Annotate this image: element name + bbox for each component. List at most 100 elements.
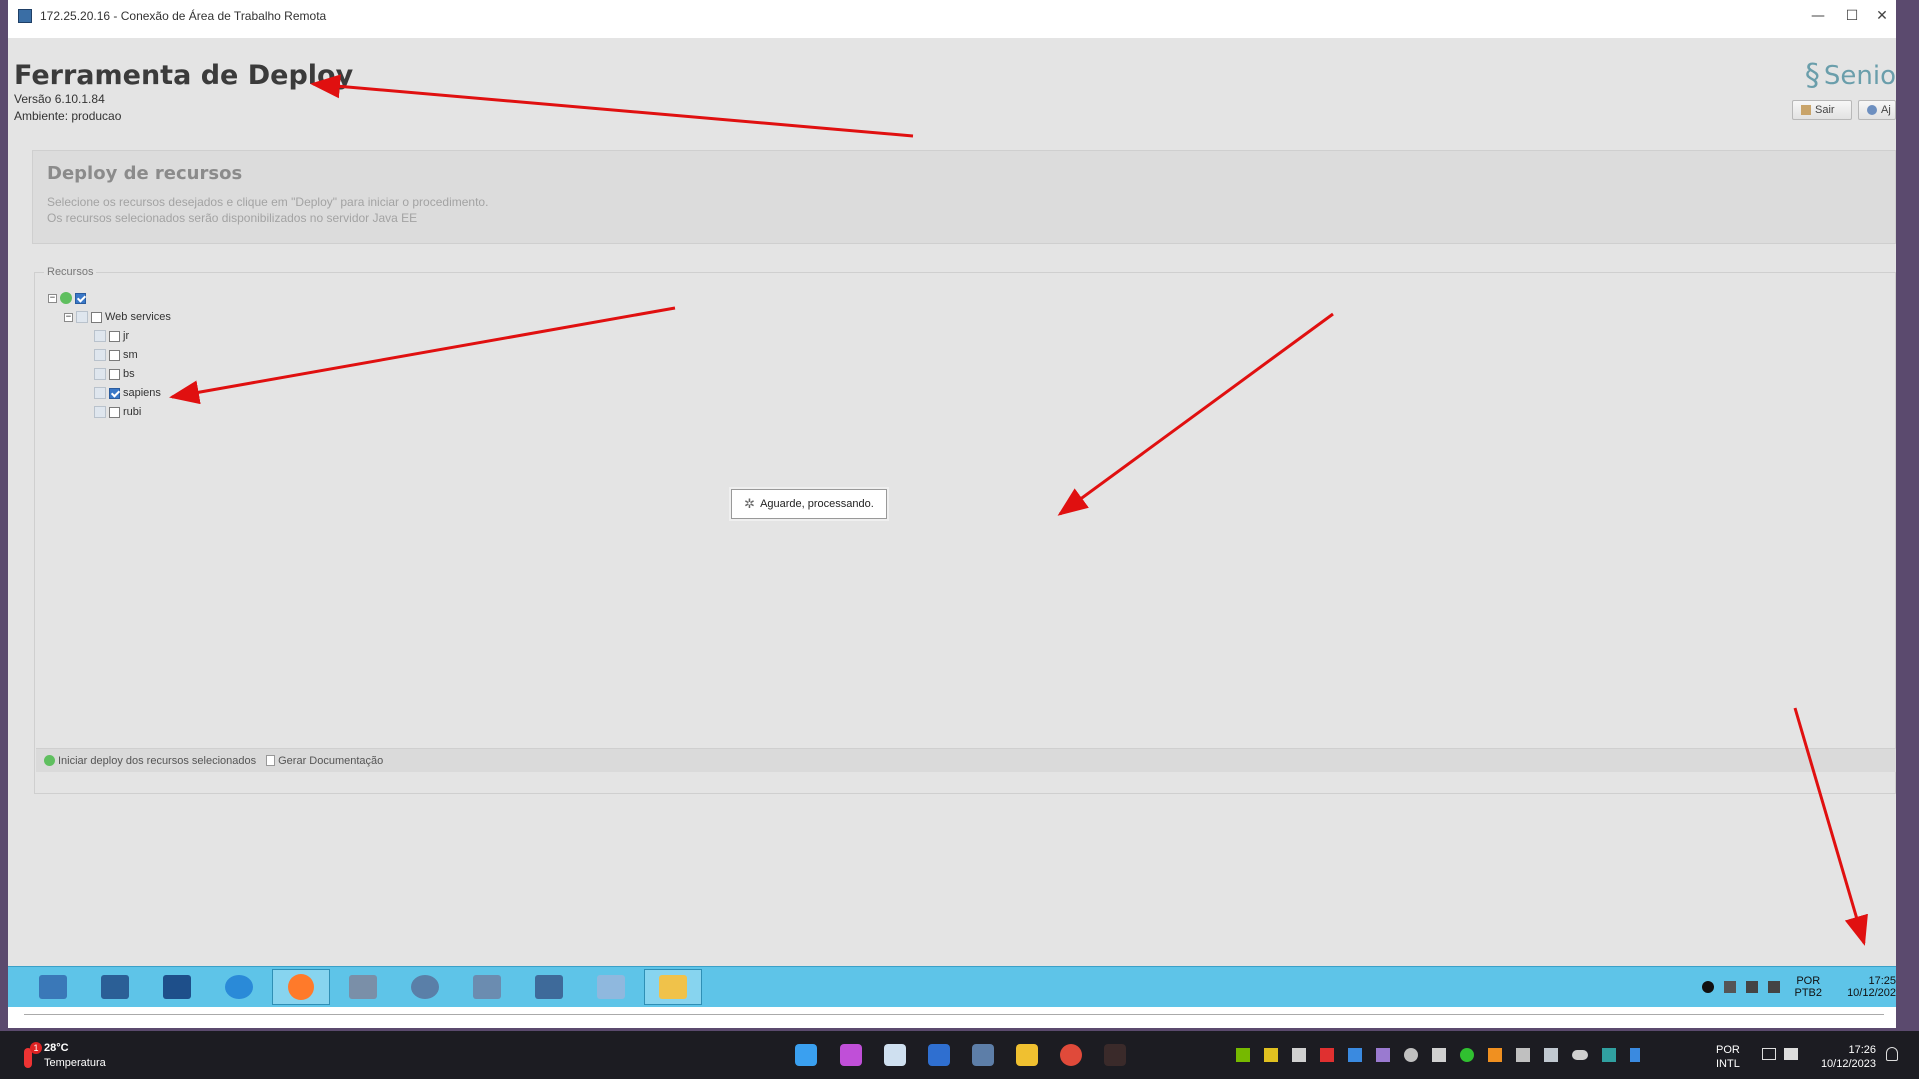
flag-icon[interactable]: [1746, 981, 1759, 993]
action-bar: Iniciar deploy dos recursos selecionados…: [36, 748, 1896, 772]
host-system-icons[interactable]: [1762, 1048, 1798, 1060]
volume-icon: [1784, 1048, 1798, 1060]
computer-button[interactable]: [86, 969, 144, 1005]
windows-start-icon[interactable]: [795, 1044, 817, 1066]
tree-item-jr[interactable]: jr: [94, 330, 129, 342]
tools-button[interactable]: [334, 969, 392, 1005]
defender-icon[interactable]: [1602, 1048, 1616, 1062]
internet-explorer-button[interactable]: [210, 969, 268, 1005]
rdp-title: 172.25.20.16 - Conexão de Área de Trabal…: [40, 9, 327, 23]
generate-docs-button[interactable]: Gerar Documentação: [266, 755, 383, 767]
host-language[interactable]: POR INTL: [1716, 1043, 1740, 1071]
description-title: Deploy de recursos: [47, 163, 243, 184]
firefox-button[interactable]: [272, 969, 330, 1005]
item-checkbox[interactable]: [109, 368, 120, 380]
rdp-titlebar: 172.25.20.16 - Conexão de Área de Trabal…: [8, 0, 1896, 32]
document-icon: [266, 755, 276, 766]
green-app-icon[interactable]: [1460, 1048, 1474, 1062]
item-checkbox[interactable]: [109, 406, 120, 418]
web-services-checkbox[interactable]: [91, 311, 102, 323]
item-checkbox[interactable]: [109, 330, 120, 342]
tree-item-bs[interactable]: bs: [94, 368, 135, 380]
weather-badge: 1: [30, 1042, 42, 1054]
tree-item-sapiens[interactable]: sapiens: [94, 387, 161, 399]
host-time: 17:26: [1848, 1044, 1876, 1056]
settings-button[interactable]: [396, 969, 454, 1005]
exit-icon: [1801, 105, 1811, 115]
nvidia-icon[interactable]: [1236, 1048, 1250, 1062]
tree-item-label: rubi: [123, 406, 142, 418]
performance-button[interactable]: [458, 969, 516, 1005]
host-tray-icons: [1236, 1048, 1640, 1062]
help-button[interactable]: Aj: [1858, 100, 1896, 120]
check-icon: [44, 755, 55, 766]
item-checkbox[interactable]: [109, 349, 120, 361]
remote-lang-top: POR: [1796, 975, 1821, 987]
tray-blue-icon[interactable]: [1348, 1048, 1362, 1062]
warning-icon[interactable]: [1488, 1048, 1502, 1062]
printer-icon[interactable]: [1292, 1048, 1306, 1062]
gear-icon: [76, 311, 88, 323]
obs-icon[interactable]: [1404, 1048, 1418, 1062]
openai-icon[interactable]: [1516, 1048, 1530, 1062]
tree-group-web-services: − Web services: [64, 311, 171, 323]
app-icon[interactable]: [1104, 1044, 1126, 1066]
plane-icon[interactable]: [1432, 1048, 1446, 1062]
chrome-icon[interactable]: [1060, 1044, 1082, 1066]
tree-item-label: sapiens: [123, 387, 161, 399]
store-icon[interactable]: [928, 1044, 950, 1066]
tray-app-icon[interactable]: [1264, 1048, 1278, 1062]
host-clock[interactable]: 17:26 10/12/2023: [1806, 1043, 1876, 1071]
remote-clock[interactable]: 17:25 10/12/202: [1840, 975, 1896, 999]
close-button[interactable]: ✕: [1872, 6, 1892, 26]
server-manager-button[interactable]: [24, 969, 82, 1005]
b-icon: [1702, 981, 1715, 993]
minimize-button[interactable]: —: [1808, 6, 1828, 26]
gear-icon: [411, 975, 439, 999]
window-icon: [597, 975, 625, 999]
powershell-button[interactable]: [148, 969, 206, 1005]
host-lang-top: POR: [1716, 1044, 1740, 1056]
explorer-window-button[interactable]: [582, 969, 640, 1005]
network-button[interactable]: [520, 969, 578, 1005]
folder-button[interactable]: [644, 969, 702, 1005]
notification-bell-icon[interactable]: [1886, 1047, 1898, 1061]
steam-icon[interactable]: [1544, 1048, 1558, 1062]
exit-button-label: Sair: [1815, 104, 1835, 116]
weather-widget[interactable]: 1 28°C Temperatura: [20, 1041, 106, 1071]
remote-language[interactable]: POR PTB2: [1794, 975, 1822, 999]
exit-button[interactable]: Sair: [1792, 100, 1852, 120]
root-checkbox[interactable]: [75, 292, 86, 304]
copilot-icon[interactable]: [840, 1044, 862, 1066]
rdp-window: 172.25.20.16 - Conexão de Área de Trabal…: [8, 0, 1896, 1028]
resources-panel: [34, 272, 1896, 794]
host-date: 10/12/2023: [1820, 1058, 1876, 1070]
temperature-value: 28°C: [44, 1042, 69, 1054]
mute-icon[interactable]: [1724, 981, 1737, 993]
tree-root: −: [48, 292, 86, 304]
network-icon: [535, 975, 563, 999]
tree-item-rubi[interactable]: rubi: [94, 406, 141, 418]
remote-desktop-taskbar-icon[interactable]: [972, 1044, 994, 1066]
collapse-icon[interactable]: −: [64, 312, 73, 322]
tree-item-label: sm: [123, 349, 138, 361]
bluetooth-icon[interactable]: [1630, 1048, 1640, 1062]
collapse-icon[interactable]: −: [48, 293, 57, 303]
server-manager-icon: [39, 975, 67, 999]
tree-item-sm[interactable]: sm: [94, 349, 138, 361]
file-explorer-icon[interactable]: [1016, 1044, 1038, 1066]
powershell-icon: [163, 975, 191, 999]
onedrive-icon[interactable]: [1572, 1050, 1588, 1060]
anydesk-icon[interactable]: [1320, 1048, 1334, 1062]
resources-legend: Recursos: [44, 266, 97, 278]
pen-icon[interactable]: [1376, 1048, 1390, 1062]
task-view-icon[interactable]: [884, 1044, 906, 1066]
item-checkbox[interactable]: [109, 387, 120, 399]
network-tray-icon[interactable]: [1768, 981, 1781, 993]
thermometer-icon: 1: [20, 1042, 42, 1068]
service-icon: [94, 330, 106, 342]
deploy-button[interactable]: Iniciar deploy dos recursos selecionados: [44, 755, 256, 767]
remote-time: 17:25: [1868, 975, 1896, 987]
tree-item-label: bs: [123, 368, 135, 380]
maximize-button[interactable]: ☐: [1842, 6, 1862, 26]
